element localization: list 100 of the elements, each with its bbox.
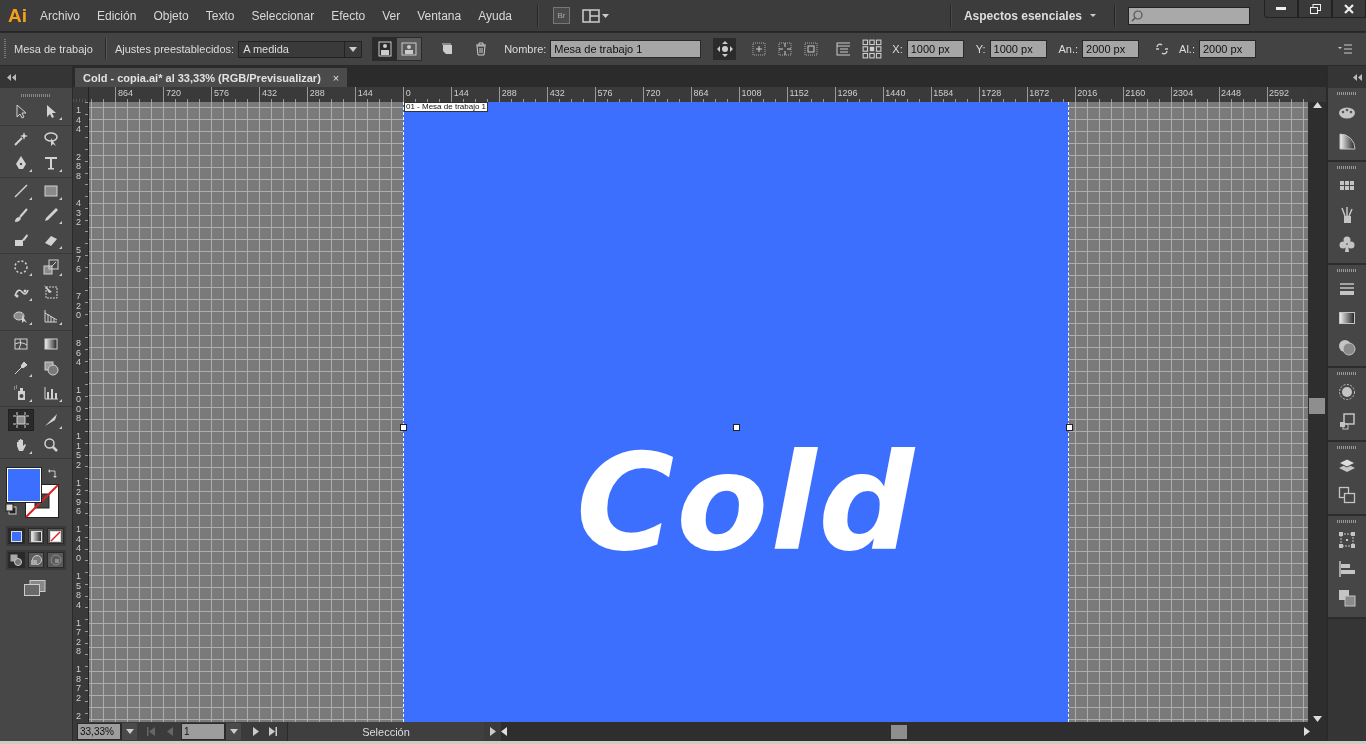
brushes-cup-icon[interactable] [1338, 206, 1356, 224]
collapse-icon[interactable] [1352, 73, 1362, 81]
swap-arrows-icon[interactable] [48, 468, 58, 478]
trash-icon[interactable] [474, 42, 489, 56]
menu-item[interactable]: Edición [97, 8, 137, 23]
tab-close-button[interactable]: × [332, 71, 340, 84]
screen-mode-icon[interactable] [24, 580, 46, 596]
scale-icon [43, 259, 59, 276]
ruler-label: 1584 [933, 88, 954, 98]
menu-item[interactable]: Archivo [40, 8, 80, 23]
normal-draw-button[interactable] [8, 552, 25, 568]
center-mark-icon[interactable] [752, 42, 767, 56]
next-page-icon[interactable] [251, 727, 260, 736]
panel-menu-icon[interactable] [1338, 44, 1352, 54]
club-icon[interactable] [1338, 235, 1356, 253]
bridge-button[interactable]: Br [553, 7, 571, 24]
behind-draw-button[interactable] [27, 552, 45, 568]
page-field[interactable]: 1 [181, 723, 225, 740]
layers-icon[interactable] [1338, 457, 1356, 475]
pencil-icon [43, 207, 59, 224]
move-with-artboard-button[interactable] [713, 38, 737, 60]
new-artboard-icon[interactable] [440, 42, 455, 56]
gradient-mode-button[interactable] [27, 528, 45, 544]
appearance-icon[interactable] [1338, 383, 1356, 401]
workspace-menu[interactable]: Aspectos esenciales [959, 8, 1106, 23]
search-icon [1131, 9, 1143, 22]
menu-item[interactable]: Texto [205, 8, 235, 23]
dropdown-button[interactable] [121, 723, 137, 740]
ruler-label: 720 [165, 88, 181, 98]
zoom-field[interactable]: 33,33% [77, 723, 121, 740]
ruler-label: 1296 [837, 88, 858, 98]
name-field[interactable]: Mesa de trabajo 1 [550, 40, 702, 58]
selection-handle[interactable] [1066, 424, 1073, 431]
status-menu-icon[interactable] [488, 727, 497, 736]
ruler-label: 288 [76, 152, 82, 182]
gradient-panel-icon[interactable] [1338, 309, 1356, 327]
presets-dropdown[interactable]: A medida [238, 40, 363, 58]
ruler-label: 1440 [76, 525, 82, 564]
default-colors-icon[interactable] [5, 503, 17, 515]
artboards-icon[interactable] [1338, 486, 1356, 504]
menu-item[interactable]: Ventana [417, 8, 462, 23]
menu-item[interactable]: Ver [382, 8, 401, 23]
crosshair-icon[interactable] [778, 42, 793, 56]
dropdown-button[interactable] [225, 723, 241, 740]
coordinate-field[interactable]: 1000 px [906, 40, 964, 58]
menu-item[interactable]: Seleccionar [251, 8, 315, 23]
document-tab[interactable]: Cold - copia.ai* al 33,33% (RGB/Previsualizar) × [75, 68, 348, 87]
quarter-circle-gradient-icon[interactable] [1338, 132, 1356, 150]
color-mode-button[interactable] [8, 528, 25, 544]
pen-icon [13, 155, 29, 172]
coordinate-label: Y: [975, 43, 986, 55]
ruler-label: 144 [453, 88, 469, 98]
graphic-styles-icon[interactable] [1338, 412, 1356, 430]
close-button[interactable] [1332, 0, 1366, 18]
minimize-button[interactable] [1264, 0, 1298, 18]
lasso-icon [43, 130, 59, 147]
ruler-label: 2160 [1125, 88, 1146, 98]
caret-icon [602, 13, 610, 18]
ruler-label: 1872 [76, 665, 82, 704]
landscape-button[interactable] [397, 38, 422, 60]
scroll-left-icon[interactable] [501, 727, 507, 736]
safe-area-icon[interactable] [804, 42, 819, 56]
search-field[interactable] [1128, 6, 1250, 25]
ruler-label: 1728 [76, 618, 82, 657]
menu-item[interactable]: Ayuda [478, 8, 513, 23]
selection-handle[interactable] [400, 424, 407, 431]
align-icon[interactable] [1338, 560, 1356, 578]
coordinate-field[interactable]: 2000 px [1199, 40, 1256, 58]
coordinate-field[interactable]: 2000 px [1082, 40, 1140, 58]
none-mode-button[interactable] [47, 528, 64, 544]
options-icon[interactable] [836, 42, 851, 56]
transform-panel-icon[interactable] [1338, 531, 1356, 549]
selection-handle[interactable] [733, 424, 740, 431]
portrait-button[interactable] [373, 38, 398, 60]
scroll-thumb[interactable] [891, 724, 907, 739]
fill-swatch[interactable] [7, 468, 41, 502]
arrange-documents-button[interactable] [582, 8, 610, 23]
eyedropper-icon [13, 360, 29, 377]
stroke-lines-icon[interactable] [1338, 280, 1356, 298]
pathfinder-icon[interactable] [1338, 589, 1356, 607]
ruler-label: 2016 [1077, 88, 1098, 98]
unlinked-chain-icon[interactable] [1155, 42, 1170, 56]
free-transform-icon [43, 283, 59, 300]
menu-item[interactable]: Objeto [153, 8, 189, 23]
coordinate-field[interactable]: 1000 px [989, 40, 1047, 58]
ruler-label: 1008 [76, 385, 82, 424]
minimize-icon [1276, 7, 1286, 10]
menu-item[interactable]: Efecto [331, 8, 366, 23]
collapse-icon[interactable] [6, 73, 16, 81]
mesh-icon [13, 335, 29, 352]
transparency-icon[interactable] [1338, 338, 1356, 356]
scroll-thumb[interactable] [1309, 398, 1325, 414]
reference-point-icon[interactable] [862, 39, 883, 59]
scroll-right-icon[interactable] [1304, 727, 1310, 736]
last-page-icon[interactable] [268, 727, 277, 736]
restore-button[interactable] [1298, 0, 1332, 18]
caret-icon [125, 729, 134, 734]
artboard-tool[interactable] [8, 409, 34, 432]
presets-label: Ajustes preestablecidos: [114, 43, 235, 55]
perspective-grid-icon [43, 308, 59, 325]
